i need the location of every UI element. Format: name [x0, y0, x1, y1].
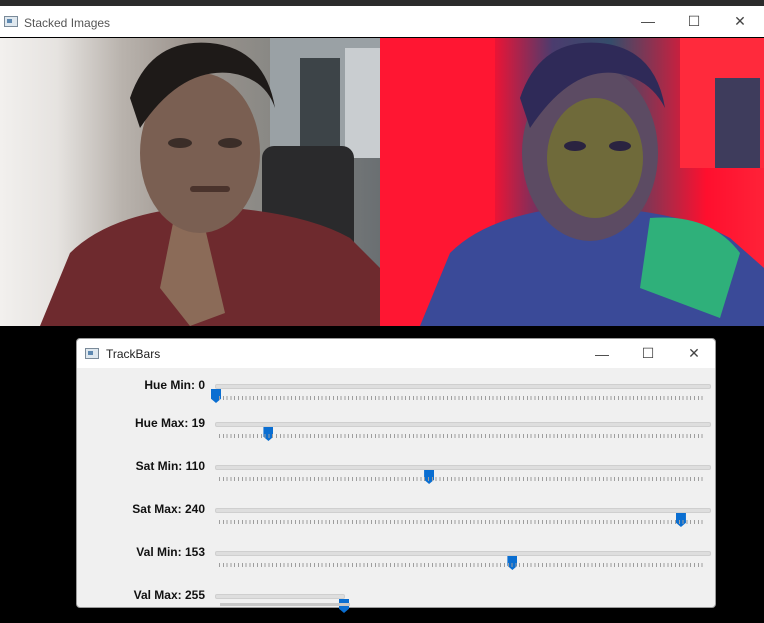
close-button[interactable]: ✕	[717, 6, 763, 36]
slider-ticks	[219, 520, 703, 524]
maximize-button[interactable]: ☐	[671, 6, 717, 36]
trackbar-label: Val Min: 153	[136, 545, 205, 559]
close-button[interactable]: ✕	[671, 339, 717, 368]
webcam-original-image	[0, 38, 380, 326]
close-icon: ✕	[734, 12, 746, 29]
slider-track[interactable]	[215, 508, 711, 527]
trackbar-hue-min: Hue Min: 0	[77, 373, 715, 413]
app-icon	[85, 348, 99, 359]
trackbars-panel: Hue Min: 0 Hue Max: 19 Sat Min: 110 Sat …	[77, 369, 715, 613]
close-icon: ✕	[688, 345, 700, 361]
slider-track[interactable]	[215, 594, 349, 613]
horizontal-scrollbar[interactable]	[220, 603, 350, 606]
slider-ticks	[219, 396, 703, 400]
trackbar-label: Sat Max: 240	[132, 502, 205, 516]
slider-track[interactable]	[215, 551, 711, 570]
maximize-icon: ☐	[687, 12, 701, 29]
slider-ticks	[219, 563, 703, 567]
window-title: Stacked Images	[24, 16, 111, 30]
trackbar-label: Sat Min: 110	[135, 459, 205, 473]
webcam-hsv-masked-image	[380, 38, 764, 326]
trackbar-sat-min: Sat Min: 110	[77, 454, 715, 494]
app-icon	[4, 16, 18, 27]
person-photo-hsv	[380, 38, 764, 326]
slider-thumb[interactable]	[339, 599, 349, 613]
person-photo-original	[40, 38, 380, 326]
trackbar-label: Hue Max: 19	[134, 416, 205, 430]
minimize-button[interactable]: —	[579, 339, 625, 368]
slider-ticks	[219, 434, 703, 438]
trackbar-label: Hue Min: 0	[144, 378, 205, 392]
trackbar-hue-max: Hue Max: 19	[77, 411, 715, 451]
minimize-icon: —	[595, 345, 609, 362]
main-titlebar[interactable]: Stacked Images — ☐ ✕	[0, 6, 764, 37]
trackbars-titlebar[interactable]: TrackBars — ☐ ✕	[77, 339, 715, 368]
trackbar-val-max: Val Max: 255	[77, 583, 715, 623]
trackbars-title: TrackBars	[106, 347, 161, 361]
trackbar-label: Val Max: 255	[133, 588, 205, 602]
maximize-icon: ☐	[641, 345, 655, 361]
trackbar-sat-max: Sat Max: 240	[77, 497, 715, 537]
slider-track[interactable]	[215, 422, 711, 441]
trackbars-window: TrackBars — ☐ ✕ Hue Min: 0 Hue Max: 19 S	[76, 338, 716, 613]
maximize-button[interactable]: ☐	[625, 339, 671, 368]
slider-ticks	[219, 477, 703, 481]
minimize-button[interactable]: —	[625, 6, 671, 36]
trackbar-val-min: Val Min: 153	[77, 540, 715, 580]
minimize-icon: —	[641, 13, 655, 29]
slider-track[interactable]	[215, 465, 711, 484]
slider-track[interactable]	[211, 384, 711, 403]
